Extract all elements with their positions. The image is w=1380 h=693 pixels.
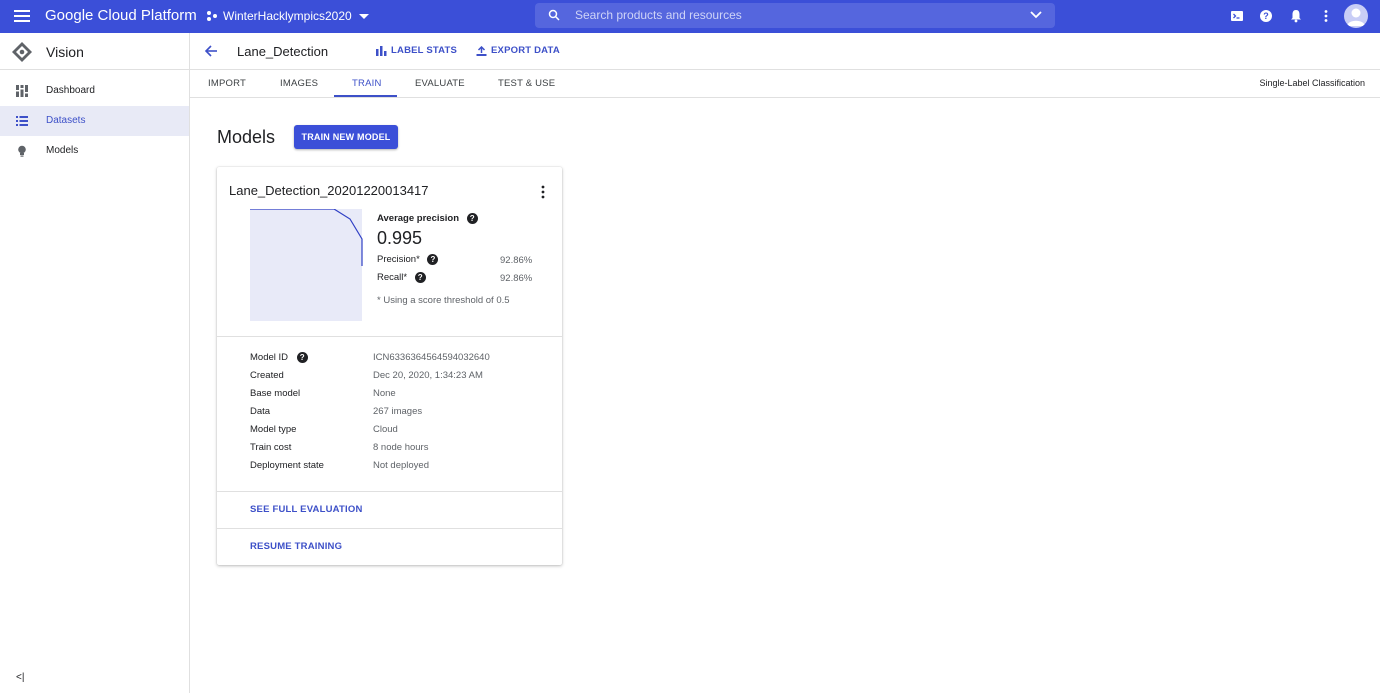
divider <box>217 336 562 337</box>
tab-images[interactable]: IMAGES <box>280 78 318 89</box>
detail-value-deployment-state: Not deployed <box>373 460 429 471</box>
help-icon[interactable]: ? <box>414 272 426 283</box>
upload-icon <box>476 45 487 56</box>
sidebar-item-label: Dashboard <box>46 85 95 96</box>
tab-evaluate[interactable]: EVALUATE <box>415 78 465 89</box>
detail-value-created: Dec 20, 2020, 1:34:23 AM <box>373 370 483 381</box>
label-stats-button[interactable]: LABEL STATS <box>376 45 457 56</box>
label-stats-label: LABEL STATS <box>391 45 458 56</box>
detail-value-train-cost: 8 node hours <box>373 442 429 453</box>
export-data-button[interactable]: EXPORT DATA <box>476 45 560 56</box>
resume-training-link[interactable]: RESUME TRAINING <box>250 541 342 552</box>
cloud-shell-icon[interactable] <box>1229 8 1245 24</box>
export-data-label: EXPORT DATA <box>491 45 560 56</box>
see-full-evaluation-link[interactable]: SEE FULL EVALUATION <box>250 504 363 515</box>
avatar[interactable] <box>1344 4 1368 28</box>
sidebar-item-dashboard[interactable]: Dashboard <box>0 76 189 106</box>
search-bar[interactable]: Search products and resources <box>535 3 1055 28</box>
active-tab-indicator <box>334 95 397 97</box>
detail-label-model-type: Model type <box>250 424 297 435</box>
sidebar-item-models[interactable]: Models <box>0 136 189 166</box>
average-precision-value: 0.995 <box>377 228 423 248</box>
project-name: WinterHacklympics2020 <box>223 9 352 23</box>
detail-label-deployment-state: Deployment state <box>250 460 324 471</box>
dataset-title: Lane_Detection <box>237 44 329 59</box>
list-icon <box>16 116 28 126</box>
model-name: Lane_Detection_20201220013417 <box>229 183 429 198</box>
precision-value: 92.86% <box>500 255 533 266</box>
detail-label-train-cost: Train cost <box>250 442 292 453</box>
dashboard-icon <box>16 85 28 97</box>
brand-title[interactable]: Google Cloud Platform <box>45 7 197 24</box>
vision-logo-icon <box>12 42 32 62</box>
tab-import[interactable]: IMPORT <box>208 78 246 89</box>
sidebar-item-datasets[interactable]: Datasets <box>0 106 189 136</box>
detail-label-text: Model ID <box>250 352 289 364</box>
detail-label-model-id: Model ID ? <box>250 352 308 363</box>
project-selector[interactable]: WinterHacklympics2020 <box>206 9 369 23</box>
lightbulb-icon <box>18 145 26 157</box>
detail-value-model-id: ICN6336364564594032640 <box>373 352 490 363</box>
tab-test-and-use[interactable]: TEST & USE <box>498 78 555 89</box>
dataset-header: Lane_Detection LABEL STATS EXPORT DATA <box>190 33 1380 70</box>
detail-value-model-type: Cloud <box>373 424 398 435</box>
search-icon <box>548 9 560 21</box>
detail-value-base-model: None <box>373 388 396 399</box>
threshold-note: * Using a score threshold of 0.5 <box>377 295 510 306</box>
average-precision-text: Average precision <box>377 213 460 225</box>
average-precision-label: Average precision ? <box>377 213 478 224</box>
precision-label: Precision* ? <box>377 254 439 266</box>
svg-text:?: ? <box>1263 11 1269 21</box>
menu-icon[interactable] <box>14 10 30 22</box>
back-arrow-icon[interactable] <box>204 44 218 58</box>
divider <box>217 491 562 492</box>
product-title: Vision <box>46 44 84 60</box>
detail-label-base-model: Base model <box>250 388 301 399</box>
sidebar-item-label: Models <box>46 145 79 156</box>
precision-text: Precision* <box>377 254 420 266</box>
help-icon[interactable]: ? <box>296 352 308 363</box>
divider <box>217 528 562 529</box>
collapse-sidebar-button[interactable]: <| <box>16 672 24 683</box>
sidebar: Vision Dashboard Datasets Models <| <box>0 33 190 693</box>
more-vert-icon[interactable] <box>1318 8 1334 24</box>
more-vert-icon[interactable] <box>539 185 547 199</box>
project-icon <box>207 11 217 21</box>
search-placeholder: Search products and resources <box>575 8 742 22</box>
help-icon[interactable]: ? <box>466 213 478 224</box>
classification-mode: Single-Label Classification <box>1259 78 1365 88</box>
detail-label-data: Data <box>250 406 271 417</box>
recall-value: 92.86% <box>500 273 533 284</box>
page-title: Models <box>217 127 276 147</box>
chevron-down-icon[interactable] <box>1030 11 1042 19</box>
tab-bar: IMPORT IMAGES TRAIN EVALUATE TEST & USE … <box>190 70 1380 98</box>
bar-chart-icon <box>376 45 387 56</box>
detail-label-created: Created <box>250 370 284 381</box>
precision-recall-curve <box>250 209 363 321</box>
sidebar-header: Vision <box>0 33 189 70</box>
account-icon <box>1347 8 1365 26</box>
notifications-icon[interactable] <box>1288 8 1304 24</box>
model-card: Lane_Detection_20201220013417 Average pr… <box>217 167 562 565</box>
help-icon[interactable]: ? <box>1258 8 1274 24</box>
help-icon[interactable]: ? <box>427 254 439 265</box>
top-app-bar: Google Cloud Platform WinterHacklympics2… <box>0 0 1380 33</box>
tab-train[interactable]: TRAIN <box>352 78 382 89</box>
recall-label: Recall* ? <box>377 272 426 283</box>
detail-value-data: 267 images <box>373 406 423 417</box>
sidebar-item-label: Datasets <box>46 115 86 126</box>
caret-down-icon <box>358 13 369 19</box>
train-new-model-button[interactable]: TRAIN NEW MODEL <box>294 125 398 149</box>
recall-text: Recall* <box>377 272 408 284</box>
